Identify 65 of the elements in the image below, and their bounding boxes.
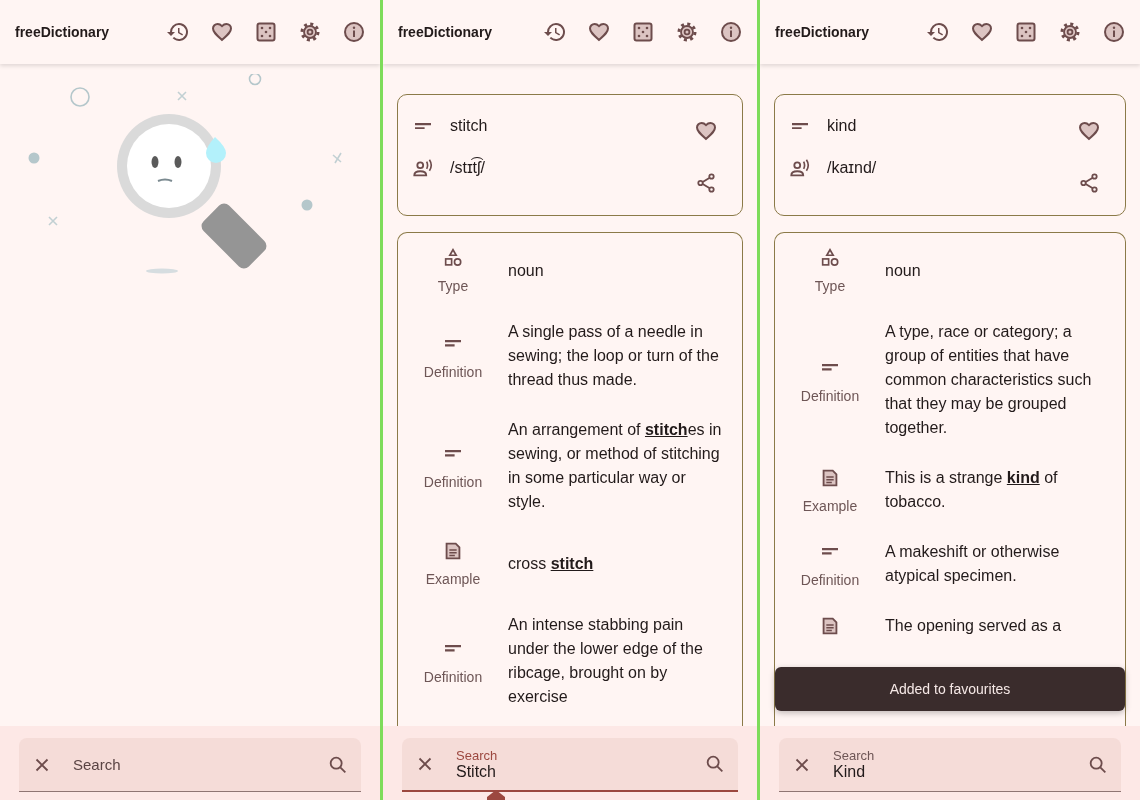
heart-icon[interactable]: [587, 20, 611, 44]
meaning-label: Definition: [423, 363, 483, 380]
dice-icon[interactable]: [1014, 20, 1038, 44]
info-icon[interactable]: [719, 20, 743, 44]
search-value: Kind: [833, 763, 867, 781]
meaning-label: Example: [425, 571, 481, 587]
search-label: Search: [456, 747, 499, 763]
short-text-icon: [822, 364, 838, 371]
definition-text: A type, race or category; a group of entities that have common characteristics such that they may be grouped together.: [885, 322, 1093, 438]
settings-icon[interactable]: [1058, 20, 1082, 44]
meaning-label: Definition: [800, 387, 860, 404]
app-title: freeDictionary: [398, 24, 493, 40]
share-icon[interactable]: [1077, 171, 1101, 195]
heart-icon[interactable]: [970, 20, 994, 44]
info-icon[interactable]: [1102, 20, 1126, 44]
dice-icon[interactable]: [631, 20, 655, 44]
type-text: noun: [508, 260, 544, 281]
shapes-icon: [819, 247, 841, 269]
search-placeholder: Search: [73, 756, 122, 773]
meaning-label: Type: [437, 278, 469, 294]
word-text: kind: [827, 117, 857, 136]
meaning-label: Definition: [800, 571, 860, 588]
dice-icon[interactable]: [254, 20, 278, 44]
search-field[interactable]: Search: [19, 738, 361, 792]
settings-icon[interactable]: [298, 20, 322, 44]
cursor-handle-icon[interactable]: [486, 790, 506, 800]
search-label: Search: [833, 748, 876, 763]
app-title: freeDictionary: [15, 24, 110, 40]
heart-icon[interactable]: [1077, 119, 1101, 143]
example-text: This is a strange kind of tobacco.: [885, 468, 1059, 512]
short-text-icon: [445, 645, 461, 652]
history-icon[interactable]: [926, 20, 950, 44]
definition-text: A makeshift or otherwise atypical specimen.: [885, 542, 1061, 586]
phonetic-text: /kaɪnd/: [827, 159, 877, 178]
shapes-icon: [442, 247, 464, 269]
snackbar: Added to favourites: [775, 667, 1125, 711]
meaning-label: Type: [814, 278, 846, 294]
short-text-icon: [792, 123, 808, 130]
short-text-icon: [445, 450, 461, 457]
meaning-label: Definition: [423, 668, 483, 685]
search-value: Stitch: [456, 762, 497, 781]
definition-text: An intense stabbing pain under the lower edge of the ribcage, brought on by exercise: [508, 615, 704, 707]
heart-icon[interactable]: [694, 119, 718, 143]
example-text: cross stitch: [508, 553, 594, 574]
short-text-icon: [415, 123, 431, 130]
short-text-icon: [822, 548, 838, 555]
type-text: noun: [885, 260, 921, 281]
word-text: stitch: [450, 117, 488, 136]
info-icon[interactable]: [342, 20, 366, 44]
phonetic-text: /stɪt͡ʃ/: [450, 159, 486, 178]
short-text-icon: [445, 340, 461, 347]
search-field[interactable]: Search Kind: [779, 738, 1121, 792]
search-field[interactable]: Search Stitch: [402, 738, 738, 792]
app-title: freeDictionary: [775, 24, 870, 40]
history-icon[interactable]: [543, 20, 567, 44]
definition-text: A single pass of a needle in sewing; the loop or turn of the thread thus made.: [508, 322, 720, 390]
meaning-label: Example: [802, 497, 858, 514]
search-icon[interactable]: [704, 753, 726, 775]
heart-icon[interactable]: [210, 20, 234, 44]
history-icon[interactable]: [166, 20, 190, 44]
settings-icon[interactable]: [675, 20, 699, 44]
share-icon[interactable]: [694, 171, 718, 195]
definition-text: An arrangement of stitches in sewing, or method of stitching in some particular way or style.: [508, 420, 723, 512]
example-text: The opening served as a: [885, 616, 1062, 636]
meaning-label: Definition: [423, 473, 483, 490]
